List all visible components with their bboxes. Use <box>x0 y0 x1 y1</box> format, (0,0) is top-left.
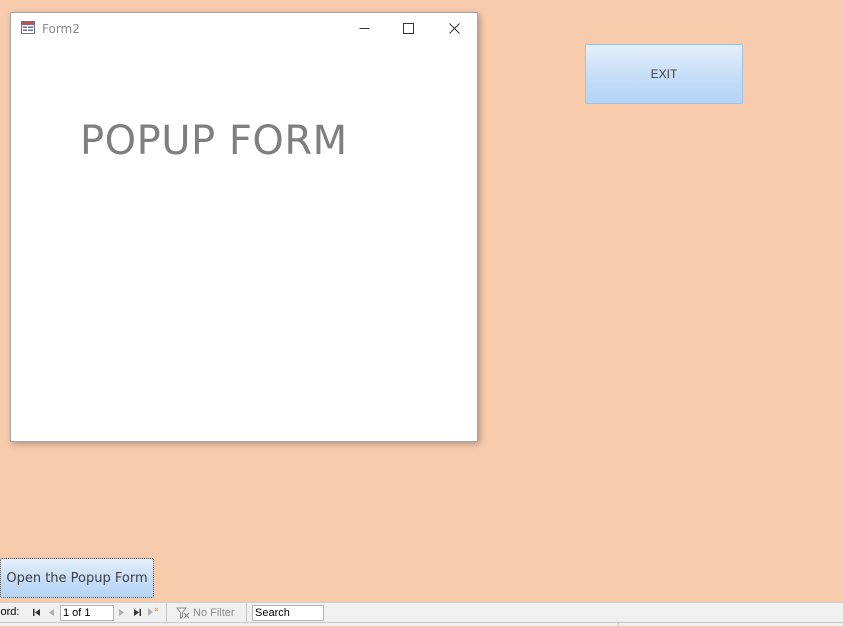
popup-title: Form2 <box>42 22 80 36</box>
close-button[interactable] <box>431 13 477 44</box>
maximize-button[interactable] <box>385 13 431 44</box>
record-navigation-bar: cord: 1 of 1 <box>0 602 843 627</box>
filter-label: No Filter <box>193 606 235 619</box>
new-record-button[interactable] <box>147 606 159 618</box>
minimize-icon <box>359 28 369 29</box>
previous-record-button[interactable] <box>45 606 57 618</box>
nav-divider <box>166 603 167 622</box>
popup-heading: POPUP FORM <box>80 118 348 164</box>
close-icon <box>448 23 460 34</box>
previous-record-icon <box>48 608 54 616</box>
current-record-field[interactable]: 1 of 1 <box>60 605 114 621</box>
exit-button[interactable]: EXIT <box>585 44 743 104</box>
last-record-button[interactable] <box>131 606 143 618</box>
new-record-icon <box>148 607 159 616</box>
filter-divider <box>246 603 247 622</box>
first-record-icon <box>32 608 40 616</box>
first-record-button[interactable] <box>30 606 42 618</box>
no-filter-icon <box>176 607 190 619</box>
popup-form-window: Form2 POPUP FORM <box>10 12 478 442</box>
next-record-button[interactable] <box>115 606 127 618</box>
last-record-icon <box>133 608 141 616</box>
record-label: cord: <box>0 606 20 618</box>
filter-toggle[interactable]: No Filter <box>176 605 235 620</box>
maximize-icon <box>402 23 414 34</box>
open-popup-button[interactable]: Open the Popup Form <box>0 558 154 598</box>
status-line <box>0 622 843 623</box>
form-icon <box>21 21 35 34</box>
search-input[interactable]: Search <box>252 605 324 621</box>
popup-titlebar[interactable]: Form2 <box>11 13 477 45</box>
minimize-button[interactable] <box>341 13 387 44</box>
next-record-icon <box>118 608 124 616</box>
